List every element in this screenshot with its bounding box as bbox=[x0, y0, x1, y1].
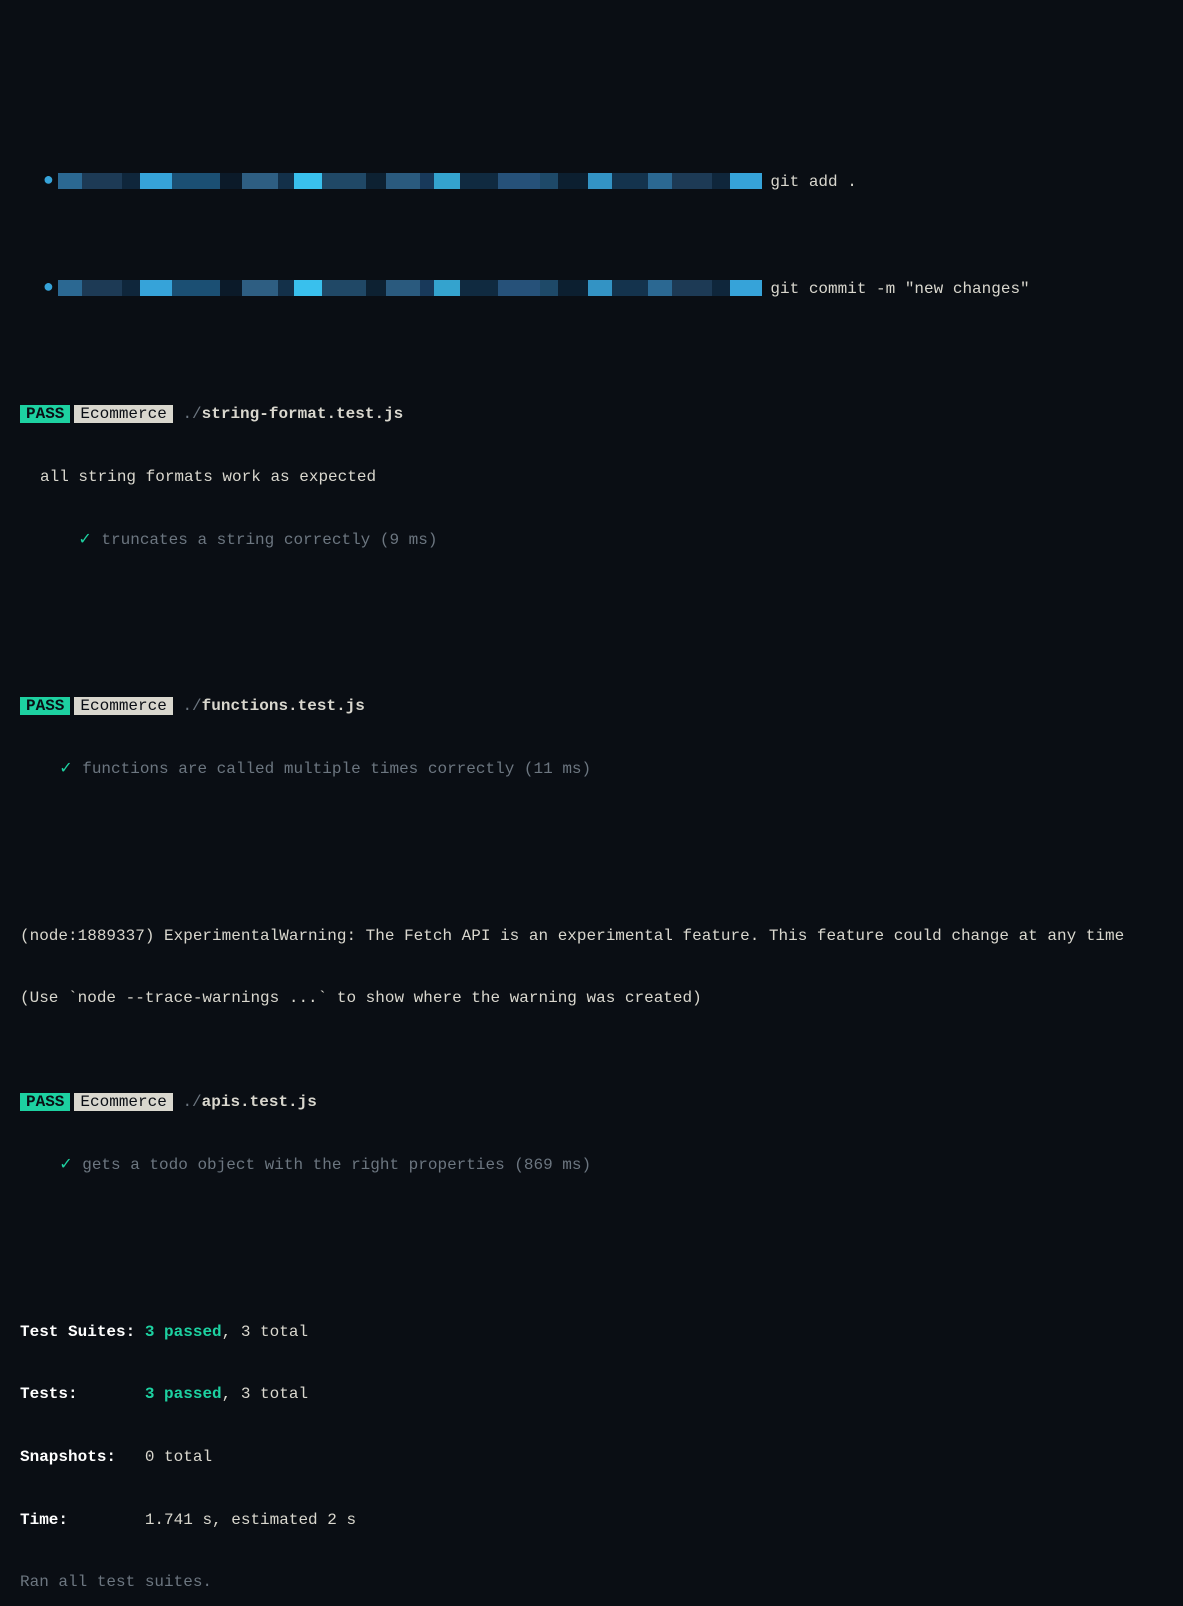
test-header: PASSEcommerce ./string-format.test.js bbox=[0, 404, 1183, 425]
command-line-2: ● git commit -m "new changes" bbox=[0, 256, 1183, 321]
summary-snapshots: Snapshots: 0 total bbox=[0, 1447, 1183, 1468]
project-badge: Ecommerce bbox=[74, 1093, 172, 1111]
check-icon: ✓ bbox=[40, 531, 101, 549]
command-text: git commit -m "new changes" bbox=[770, 280, 1029, 298]
summary-tests: Tests: 3 passed, 3 total bbox=[0, 1384, 1183, 1405]
test-case: functions are called multiple times corr… bbox=[82, 760, 591, 778]
pass-badge: PASS bbox=[20, 1093, 70, 1111]
prompt-bullet-icon: ● bbox=[38, 277, 58, 300]
command-line-1: ● git add . bbox=[0, 150, 1183, 215]
test-describe: all string formats work as expected bbox=[40, 468, 376, 486]
summary-suites: Test Suites: 3 passed, 3 total bbox=[0, 1322, 1183, 1343]
test-file: string-format.test.js bbox=[202, 405, 404, 423]
terminal-output[interactable]: ●git add . ●git commit -m "new changes" … bbox=[0, 83, 1183, 1606]
summary-ran: Ran all test suites. bbox=[20, 1573, 212, 1591]
check-icon: ✓ bbox=[40, 1156, 82, 1174]
test-path-prefix: ./ bbox=[182, 1093, 201, 1111]
test-file: apis.test.js bbox=[202, 1093, 317, 1111]
summary-time: Time: 1.741 s, estimated 2 s bbox=[0, 1510, 1183, 1531]
check-icon: ✓ bbox=[40, 760, 82, 778]
test-case: gets a todo object with the right proper… bbox=[82, 1156, 591, 1174]
prompt-bullet-icon: ● bbox=[38, 170, 58, 193]
test-header: PASSEcommerce ./apis.test.js bbox=[0, 1092, 1183, 1113]
warning-line: (node:1889337) ExperimentalWarning: The … bbox=[20, 927, 1124, 945]
test-header: PASSEcommerce ./functions.test.js bbox=[0, 696, 1183, 717]
test-case: truncates a string correctly (9 ms) bbox=[101, 531, 437, 549]
prompt-blocks bbox=[58, 278, 762, 299]
warning-line: (Use `node --trace-warnings ...` to show… bbox=[20, 989, 702, 1007]
prompt-blocks bbox=[58, 172, 762, 193]
test-file: functions.test.js bbox=[202, 697, 365, 715]
pass-badge: PASS bbox=[20, 697, 70, 715]
project-badge: Ecommerce bbox=[74, 697, 172, 715]
test-path-prefix: ./ bbox=[182, 697, 201, 715]
pass-badge: PASS bbox=[20, 405, 70, 423]
command-text: git add . bbox=[770, 173, 856, 191]
project-badge: Ecommerce bbox=[74, 405, 172, 423]
test-path-prefix: ./ bbox=[182, 405, 201, 423]
